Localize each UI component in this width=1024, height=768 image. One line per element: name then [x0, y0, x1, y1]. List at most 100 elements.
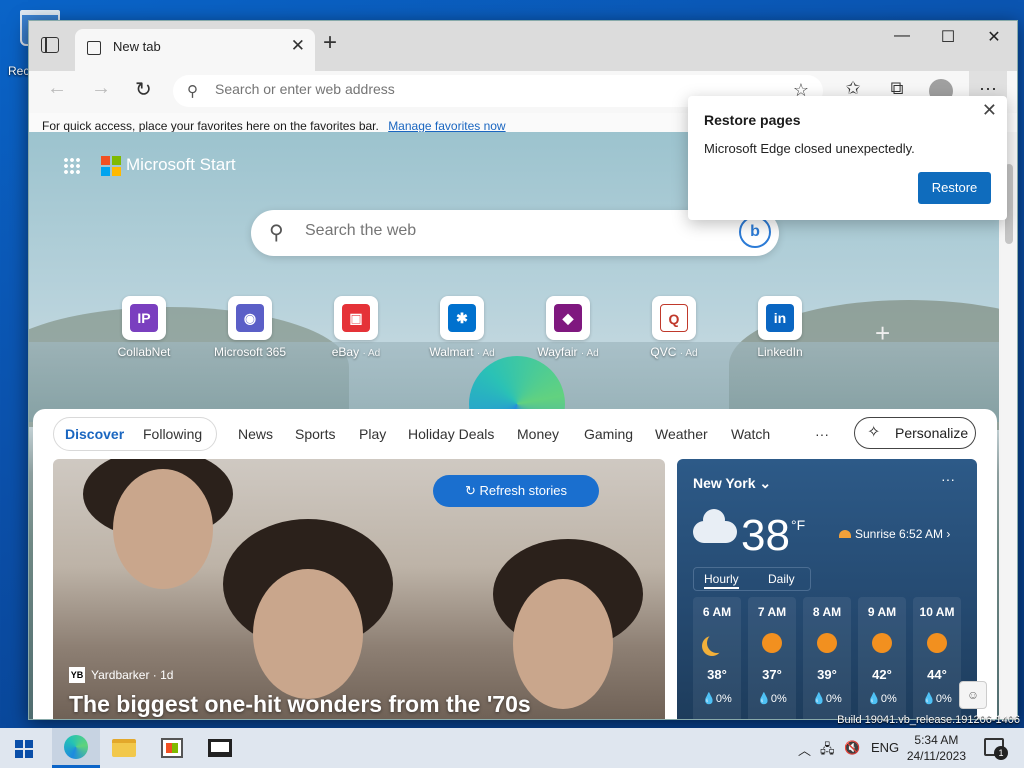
tab-weather[interactable]: Weather [655, 426, 708, 442]
weather-city-dropdown[interactable]: New York ⌄ [693, 475, 771, 492]
taskbar-store[interactable] [148, 728, 196, 768]
more-categories-icon[interactable]: ··· [815, 426, 829, 442]
tab-sports[interactable]: Sports [295, 426, 335, 442]
weather-unit: °F [791, 517, 806, 533]
quick-link-ebay[interactable]: ▣ eBay · Ad [311, 296, 401, 359]
forecast-temp: 39° [817, 667, 837, 682]
forecast-time: 6 AM [702, 605, 732, 619]
hero-photo-face [113, 469, 213, 589]
sunrise-icon [839, 530, 851, 538]
web-search-input[interactable] [305, 222, 705, 240]
sunrise-label: Sunrise 6:52 AM [855, 527, 944, 541]
notification-center-icon[interactable]: 1 [984, 738, 1008, 760]
tab-hourly[interactable]: Hourly [704, 572, 739, 589]
personalize-button[interactable]: ✧ Personalize [854, 417, 976, 449]
quick-link-label: LinkedIn [757, 345, 803, 359]
tab-play[interactable]: Play [359, 426, 386, 442]
tab-new-tab[interactable]: New tab ✕ [75, 29, 315, 71]
close-window-button[interactable]: ✕ [971, 27, 1017, 47]
ad-label: · Ad [362, 348, 381, 359]
microsoft-start-title[interactable]: Microsoft Start [126, 155, 236, 175]
tab-following[interactable]: Following [143, 426, 202, 442]
tab-money[interactable]: Money [517, 426, 559, 442]
tab-actions-icon[interactable] [41, 37, 59, 53]
restore-button[interactable]: Restore [918, 172, 991, 204]
forecast-precip: 💧0% [757, 693, 787, 705]
show-hidden-icons-chevron-icon[interactable]: ︿ [798, 740, 811, 759]
cloud-icon [693, 509, 737, 543]
quick-link-label: Wayfair [537, 345, 578, 359]
tab-daily[interactable]: Daily [768, 572, 795, 586]
sun-icon [927, 633, 947, 653]
forecast-hour: 7 AM 37° 💧0% [748, 597, 796, 719]
forecast-temp: 37° [762, 667, 782, 682]
close-tab-icon[interactable]: ✕ [291, 36, 305, 56]
clock[interactable]: 5:34 AM 24/11/2023 [907, 732, 966, 764]
quick-link-label: QVC [650, 345, 677, 359]
back-arrow-icon[interactable]: ← [47, 77, 67, 100]
store-icon [161, 738, 183, 758]
forecast-hour: 9 AM 42° 💧0% [858, 597, 906, 719]
restore-pages-popup: Restore pages Microsoft Edge closed unex… [688, 96, 1007, 220]
app-launcher-icon[interactable] [63, 157, 81, 175]
tab-holiday-deals[interactable]: Holiday Deals [408, 426, 494, 442]
language-indicator[interactable]: ENG [871, 740, 899, 755]
forecast-precip: 💧0% [922, 693, 952, 705]
personalize-label: Personalize [895, 425, 969, 441]
network-icon[interactable]: 🖧 [820, 740, 835, 762]
taskbar-file-explorer[interactable] [100, 728, 148, 768]
weather-tabs: Hourly Daily [693, 567, 811, 591]
windows-start-icon[interactable] [15, 740, 33, 758]
article-source-label: Yardbarker · 1d [91, 668, 174, 682]
folder-icon [112, 739, 136, 757]
taskbar-mail[interactable] [196, 728, 244, 768]
walmart-icon: ✱ [448, 304, 476, 332]
weather-more-icon[interactable]: ··· [941, 471, 955, 487]
tab-discover[interactable]: Discover [65, 426, 124, 442]
search-icon: ⚲ [187, 83, 198, 100]
forward-arrow-icon[interactable]: → [91, 77, 111, 100]
address-input[interactable] [215, 81, 755, 97]
forecast-time: 9 AM [867, 605, 897, 619]
notification-count-badge: 1 [994, 746, 1008, 760]
sunrise-info[interactable]: Sunrise 6:52 AM › [839, 527, 950, 541]
favorites-bar-hint: For quick access, place your favorites h… [42, 119, 379, 133]
tab-gaming[interactable]: Gaming [584, 426, 633, 442]
refresh-icon[interactable]: ↻ [135, 77, 152, 102]
bing-chat-icon[interactable]: b [739, 216, 771, 248]
forecast-hour: 8 AM 39° 💧0% [803, 597, 851, 719]
refresh-stories-button[interactable]: ↻ Refresh stories [433, 475, 599, 507]
forecast-temp: 42° [872, 667, 892, 682]
quick-link-wayfair[interactable]: ◆ Wayfair · Ad [523, 296, 613, 359]
personalize-sparkle-icon: ✧ [867, 424, 881, 441]
taskbar: ︿ 🖧 🔇 ENG 5:34 AM 24/11/2023 1 [0, 728, 1024, 768]
hero-news-card[interactable]: ↻ Refresh stories YB Yardbarker · 1d The… [53, 459, 665, 719]
minimize-button[interactable]: — [879, 27, 925, 45]
weather-card[interactable]: New York ⌄ ··· 38 °F Sunrise 6:52 AM › H… [677, 459, 977, 719]
quick-link-linkedin[interactable]: in LinkedIn [735, 296, 825, 359]
forecast-precip: 💧0% [867, 693, 897, 705]
title-bar: New tab ✕ + — ☐ ✕ [29, 21, 1017, 71]
article-headline[interactable]: The biggest one-hit wonders from the '70… [69, 691, 531, 718]
ebay-icon: ▣ [342, 304, 370, 332]
quick-link-collabnet[interactable]: IP CollabNet [99, 296, 189, 359]
page-scrollbar[interactable] [1001, 132, 1017, 719]
manage-favorites-link[interactable]: Manage favorites now [388, 119, 505, 133]
new-tab-plus-icon[interactable]: + [323, 29, 337, 57]
quick-link-walmart[interactable]: ✱ Walmart · Ad [417, 296, 507, 359]
add-site-plus-icon[interactable]: + [875, 318, 890, 349]
article-source: YB Yardbarker · 1d [69, 667, 173, 683]
qvc-icon: Q [660, 304, 688, 332]
taskbar-edge[interactable] [52, 728, 100, 768]
maximize-button[interactable]: ☐ [925, 27, 971, 47]
feedback-icon[interactable]: ☺ [959, 681, 987, 709]
volume-muted-icon[interactable]: 🔇 [844, 740, 860, 756]
tab-news[interactable]: News [238, 426, 273, 442]
sun-icon [817, 633, 837, 653]
quick-link-microsoft-365[interactable]: ◉ Microsoft 365 [205, 296, 295, 359]
quick-link-qvc[interactable]: Q QVC · Ad [629, 296, 719, 359]
forecast-precip: 💧0% [812, 693, 842, 705]
tab-watch[interactable]: Watch [731, 426, 770, 442]
collabnet-icon: IP [130, 304, 158, 332]
close-popup-icon[interactable]: ✕ [982, 100, 997, 121]
